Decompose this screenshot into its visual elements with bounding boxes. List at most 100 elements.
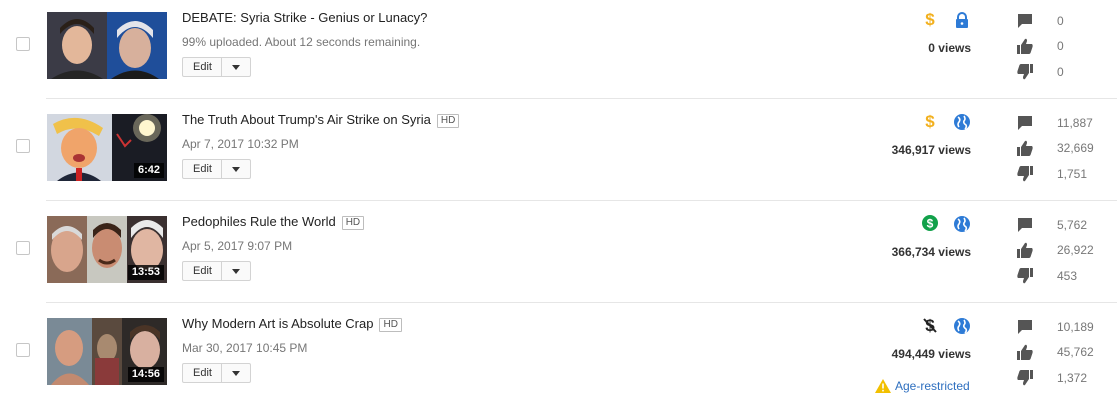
edit-button[interactable]: Edit	[183, 364, 221, 382]
age-restricted-label[interactable]: Age-restricted	[895, 379, 970, 393]
thumbs-up-icon	[1017, 140, 1033, 156]
comments-stat: 11,887	[1016, 114, 1106, 132]
thumbs-up-icon	[1017, 344, 1033, 360]
video-thumbnail[interactable]	[47, 12, 167, 79]
monetization-dollar-icon[interactable]: $	[921, 10, 939, 29]
upload-progress-text: 99% uploaded. About 12 seconds remaining…	[182, 35, 421, 49]
likes-stat: 26,922	[1016, 241, 1106, 259]
upload-date: Apr 5, 2017 9:07 PM	[182, 239, 293, 253]
comment-icon	[1018, 116, 1032, 130]
dislike-count: 453	[1057, 269, 1078, 283]
like-count: 45,762	[1057, 345, 1094, 359]
edit-button[interactable]: Edit	[183, 160, 221, 178]
video-title-text[interactable]: The Truth About Trump's Air Strike on Sy…	[182, 112, 431, 127]
video-title-text[interactable]: Why Modern Art is Absolute Crap	[182, 316, 373, 331]
video-list: DEBATE: Syria Strike - Genius or Lunacy?…	[0, 0, 1117, 401]
caret-down-icon	[231, 64, 240, 70]
age-restricted-notice[interactable]: Age-restricted	[875, 379, 970, 393]
dislike-count: 1,372	[1057, 371, 1088, 385]
edit-dropdown-button[interactable]	[220, 160, 250, 178]
edit-dropdown-button[interactable]	[220, 262, 250, 280]
likes-stat: 0	[1016, 37, 1106, 55]
thumbs-down-icon	[1017, 166, 1033, 182]
like-count: 0	[1057, 39, 1064, 53]
svg-text:$: $	[925, 10, 935, 28]
like-count: 32,669	[1057, 141, 1094, 155]
comments-stat: 10,189	[1016, 318, 1106, 336]
upload-date: Mar 30, 2017 10:45 PM	[182, 341, 308, 355]
video-thumbnail[interactable]: 14:56	[47, 318, 167, 385]
view-count: 494,449 views	[891, 347, 971, 361]
video-row: 14:56 Why Modern Art is Absolute Crap HD …	[0, 306, 1117, 408]
comment-count: 5,762	[1057, 218, 1088, 232]
row-divider	[46, 98, 1117, 99]
thumbs-down-icon	[1017, 370, 1033, 386]
video-title[interactable]: Why Modern Art is Absolute Crap HD	[182, 316, 402, 332]
caret-down-icon	[231, 166, 240, 172]
svg-text:$: $	[925, 112, 935, 130]
video-thumbnail[interactable]: 6:42	[47, 114, 167, 181]
row-divider	[46, 302, 1117, 303]
comment-icon	[1018, 218, 1032, 232]
globe-icon[interactable]	[953, 317, 971, 335]
like-count: 26,922	[1057, 243, 1094, 257]
video-title[interactable]: The Truth About Trump's Air Strike on Sy…	[182, 112, 460, 128]
video-title-text[interactable]: Pedophiles Rule the World	[182, 214, 336, 229]
video-row: DEBATE: Syria Strike - Genius or Lunacy?…	[0, 0, 1117, 102]
select-checkbox[interactable]	[16, 241, 30, 255]
thumbs-down-icon	[1017, 64, 1033, 80]
dislike-count: 0	[1057, 65, 1064, 79]
caret-down-icon	[231, 370, 240, 376]
video-title-text[interactable]: DEBATE: Syria Strike - Genius or Lunacy?	[182, 10, 427, 25]
caret-down-icon	[231, 268, 240, 274]
dislikes-stat: 1,751	[1016, 165, 1106, 183]
video-title[interactable]: Pedophiles Rule the World HD	[182, 214, 365, 230]
globe-icon[interactable]	[953, 215, 971, 233]
edit-button[interactable]: Edit	[183, 262, 221, 280]
dislike-count: 1,751	[1057, 167, 1088, 181]
video-thumbnail[interactable]: 13:53	[47, 216, 167, 283]
comment-count: 11,887	[1057, 116, 1093, 130]
edit-button-group: Edit	[182, 363, 251, 383]
likes-stat: 45,762	[1016, 343, 1106, 361]
comment-count: 10,189	[1057, 320, 1094, 334]
comments-stat: 0	[1016, 12, 1106, 30]
dislikes-stat: 1,372	[1016, 369, 1106, 387]
video-duration: 14:56	[127, 367, 164, 382]
dislikes-stat: 0	[1016, 63, 1106, 81]
dislikes-stat: 453	[1016, 267, 1106, 285]
upload-date: Apr 7, 2017 10:32 PM	[182, 137, 299, 151]
svg-text:$: $	[927, 217, 934, 231]
monetization-off-icon[interactable]: $	[921, 316, 939, 335]
hd-badge: HD	[379, 318, 402, 332]
edit-button[interactable]: Edit	[183, 58, 221, 76]
comments-stat: 5,762	[1016, 216, 1106, 234]
select-checkbox[interactable]	[16, 343, 30, 357]
video-row: 6:42 The Truth About Trump's Air Strike …	[0, 102, 1117, 204]
view-count: 366,734 views	[891, 245, 971, 259]
monetization-dollar-icon[interactable]: $	[921, 112, 939, 131]
video-title[interactable]: DEBATE: Syria Strike - Genius or Lunacy?	[182, 10, 427, 25]
thumbs-up-icon	[1017, 242, 1033, 258]
warning-icon	[875, 379, 891, 393]
hd-badge: HD	[436, 114, 460, 128]
edit-button-group: Edit	[182, 159, 251, 179]
globe-icon[interactable]	[953, 113, 971, 131]
likes-stat: 32,669	[1016, 139, 1106, 157]
select-checkbox[interactable]	[16, 139, 30, 153]
comment-count: 0	[1057, 14, 1064, 28]
edit-button-group: Edit	[182, 57, 251, 77]
view-count: 0 views	[928, 41, 971, 55]
edit-dropdown-button[interactable]	[220, 58, 250, 76]
comment-icon	[1018, 14, 1032, 28]
thumbs-down-icon	[1017, 268, 1033, 284]
video-duration: 6:42	[133, 163, 164, 178]
view-count: 346,917 views	[891, 143, 971, 157]
edit-dropdown-button[interactable]	[220, 364, 250, 382]
edit-button-group: Edit	[182, 261, 251, 281]
select-checkbox[interactable]	[16, 37, 30, 51]
lock-icon[interactable]	[953, 11, 971, 29]
video-row: 13:53 Pedophiles Rule the World HD Apr 5,…	[0, 204, 1117, 306]
comment-icon	[1018, 320, 1032, 334]
monetization-dollar-circle-icon[interactable]: $	[921, 214, 939, 232]
